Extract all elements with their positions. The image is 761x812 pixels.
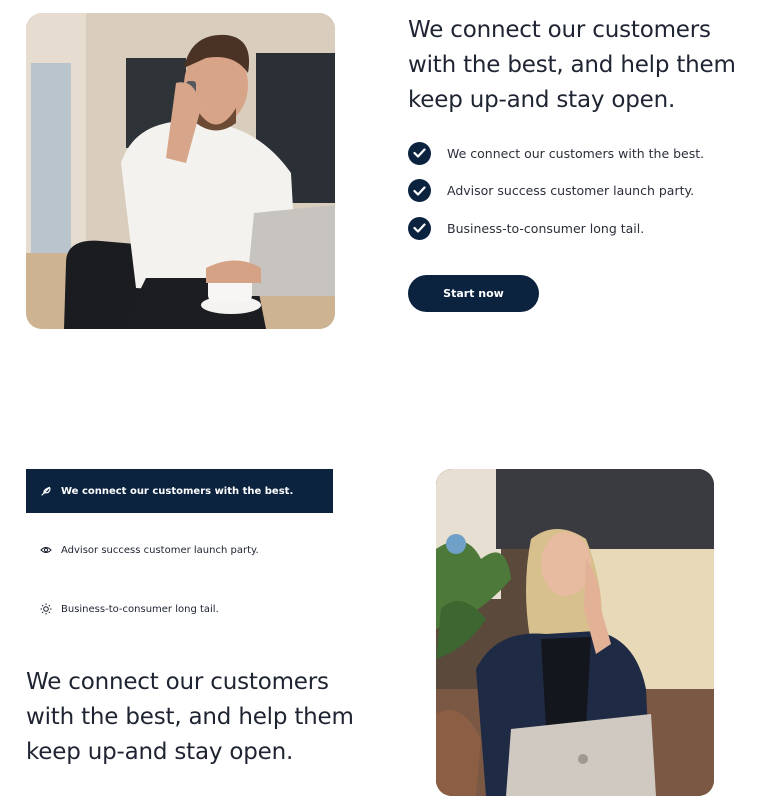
sun-icon — [40, 603, 52, 615]
check-circle-icon — [408, 216, 431, 240]
tab-label: Business-to-consumer long tail. — [61, 603, 219, 615]
feather-icon — [40, 485, 52, 497]
checklist-item-label: We connect our customers with the best. — [447, 145, 705, 161]
checklist-item: We connect our customers with the best. — [408, 141, 738, 165]
feature-checklist: We connect our customers with the best. … — [408, 141, 738, 254]
check-circle-icon — [408, 141, 431, 165]
section-headline: We connect our customers with the best, … — [408, 17, 736, 113]
woman-on-phone-photo — [436, 469, 714, 796]
tab-connect-customers[interactable]: We connect our customers with the best. — [26, 469, 333, 513]
checklist-item-label: Business-to-consumer long tail. — [447, 220, 645, 236]
checklist-item-label: Advisor success customer launch party. — [447, 183, 695, 198]
section-headline: We connect our customers with the best, … — [26, 669, 354, 765]
start-now-button[interactable]: Start now — [408, 275, 539, 312]
tab-advisor-success[interactable]: Advisor success customer launch party. — [26, 528, 333, 572]
eye-icon — [40, 544, 52, 556]
feature-tabs: We connect our customers with the best. … — [26, 469, 333, 646]
tab-label: Advisor success customer launch party. — [61, 544, 259, 556]
check-circle-icon — [408, 179, 431, 202]
checklist-item: Advisor success customer launch party. — [408, 179, 738, 203]
checklist-item: Business-to-consumer long tail. — [408, 216, 738, 240]
tab-label: We connect our customers with the best. — [61, 485, 294, 497]
man-on-phone-photo — [26, 13, 335, 329]
tab-business-to-consumer[interactable]: Business-to-consumer long tail. — [26, 587, 333, 631]
